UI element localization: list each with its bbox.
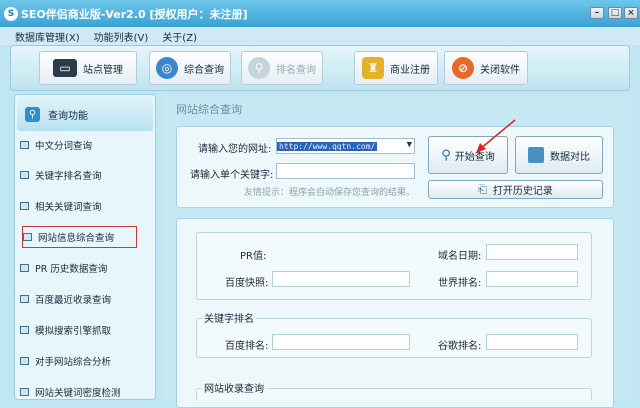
sidebar-item-label: PR 历史数据查询	[35, 264, 108, 275]
baidu-snapshot-field[interactable]	[272, 271, 410, 287]
item-icon	[20, 326, 29, 334]
sidebar-item-keyword-rank[interactable]: 关键字排名查询	[8, 164, 133, 186]
keyword-label: 请输入单个关键字:	[190, 170, 274, 181]
item-icon	[20, 141, 29, 149]
tip-text: 友情提示：程序会自动保存您查询的结果。	[244, 188, 416, 198]
close-app-button[interactable]: ⊘ 关闭软件	[444, 51, 528, 85]
sidebar-item-pr-history[interactable]: PR 历史数据查询	[8, 257, 133, 279]
pointer-arrow	[476, 119, 516, 153]
pr-label: PR值:	[240, 251, 267, 262]
sidebar-item-label: 百度最近收录查询	[35, 295, 112, 306]
app-logo-icon: S	[4, 6, 18, 21]
google-rank-field[interactable]	[486, 334, 578, 350]
search-icon: ⚲	[248, 57, 270, 79]
baidu-snapshot-label: 百度快照:	[225, 278, 269, 289]
keyword-rank-title: 关键字排名	[202, 310, 256, 325]
combined-query-label: 综合查询	[184, 64, 224, 76]
register-button[interactable]: ♜ 商业注册	[354, 51, 438, 85]
url-input[interactable]: http://www.qqtn.com/ ▼	[276, 138, 415, 154]
sidebar-item-label: 关键字排名查询	[35, 171, 102, 182]
shield-icon: ♜	[362, 57, 384, 79]
calendar-icon	[528, 147, 544, 163]
close-window-button[interactable]: ×	[624, 7, 638, 19]
close-circle-icon: ⊘	[452, 57, 474, 79]
index-group-title: 网站收录查询	[202, 380, 266, 395]
google-rank-label: 谷歌排名:	[438, 341, 482, 352]
menu-database[interactable]: 数据库管理(X)	[15, 29, 80, 44]
domain-date-field[interactable]	[486, 244, 578, 260]
baidu-rank-field[interactable]	[272, 334, 410, 350]
item-icon	[20, 295, 29, 303]
dropdown-arrow-icon[interactable]: ▼	[407, 140, 412, 150]
sidebar-item-site-info[interactable]: 网站信息综合查询	[22, 226, 137, 248]
baidu-rank-label: 百度排名:	[225, 341, 269, 352]
domain-date-label: 域名日期:	[438, 251, 482, 262]
item-icon	[20, 171, 29, 179]
site-manage-label: 站点管理	[83, 64, 123, 76]
register-label: 商业注册	[390, 64, 430, 76]
page-title: 网站综合查询	[176, 103, 242, 116]
menu-about[interactable]: 关于(Z)	[162, 29, 197, 44]
data-compare-label: 数据对比	[550, 151, 590, 163]
sidebar-item-competitor[interactable]: 对手网站综合分析	[8, 350, 133, 372]
rank-query-button[interactable]: ⚲ 排名查询	[241, 51, 323, 85]
combined-query-button[interactable]: ◎ 综合查询	[149, 51, 231, 85]
sidebar-item-label: 相关关键词查询	[35, 202, 102, 213]
basic-info-group	[196, 232, 592, 300]
sidebar-header: ⚲ 查询功能	[17, 97, 153, 131]
pr-value	[272, 244, 410, 260]
monitor-icon: ▭	[53, 59, 77, 77]
minimize-button[interactable]: –	[590, 7, 604, 19]
menu-bar: 数据库管理(X) 功能列表(V) 关于(Z)	[0, 27, 640, 45]
item-icon	[20, 388, 29, 396]
item-icon	[20, 264, 29, 272]
sidebar-item-label: 模拟搜索引擎抓取	[35, 326, 112, 337]
item-icon	[20, 357, 29, 365]
magnifier-icon: ⚲	[441, 147, 451, 163]
sidebar-item-label: 中文分词查询	[35, 141, 93, 152]
sidebar-item-crawler-sim[interactable]: 模拟搜索引擎抓取	[8, 319, 133, 341]
toolbar: ▭ 站点管理 ◎ 综合查询 ⚲ 排名查询 ♜ 商业注册 ⊘ 关闭软件	[10, 45, 630, 91]
globe-icon: ◎	[156, 57, 178, 79]
open-history-button[interactable]: ⎗ 打开历史记录	[428, 180, 603, 199]
site-manage-button[interactable]: ▭ 站点管理	[39, 51, 137, 85]
item-icon	[23, 233, 32, 241]
title-bar: S SEO伴侣商业版-Ver2.0 [授权用户：未注册] – □ ×	[0, 0, 640, 27]
open-history-label: 打开历史记录	[492, 186, 553, 197]
item-icon	[20, 202, 29, 210]
sidebar-item-label: 网站信息综合查询	[38, 233, 115, 244]
sidebar-item-word-segment[interactable]: 中文分词查询	[8, 134, 133, 156]
url-value: http://www.qqtn.com/	[277, 141, 378, 151]
url-label: 请输入您的网址:	[198, 144, 272, 155]
maximize-button[interactable]: □	[608, 7, 622, 19]
menu-features[interactable]: 功能列表(V)	[94, 29, 149, 44]
sidebar-header-label: 查询功能	[48, 110, 88, 122]
keyword-input[interactable]	[276, 163, 415, 179]
sidebar-item-related-keywords[interactable]: 相关关键词查询	[8, 195, 133, 217]
query-icon: ⚲	[25, 106, 40, 122]
window-title: SEO伴侣商业版-Ver2.0 [授权用户：未注册]	[21, 7, 248, 21]
history-icon: ⎗	[478, 182, 487, 196]
rank-query-label: 排名查询	[276, 64, 316, 76]
data-compare-button[interactable]: 数据对比	[515, 136, 603, 174]
world-rank-field[interactable]	[486, 271, 578, 287]
close-app-label: 关闭软件	[480, 64, 520, 76]
sidebar-item-label: 对手网站综合分析	[35, 357, 112, 368]
sidebar-item-baidu-index[interactable]: 百度最近收录查询	[8, 288, 133, 310]
sidebar-item-label: 网站关键词密度检测	[35, 388, 121, 399]
world-rank-label: 世界排名:	[438, 278, 482, 289]
